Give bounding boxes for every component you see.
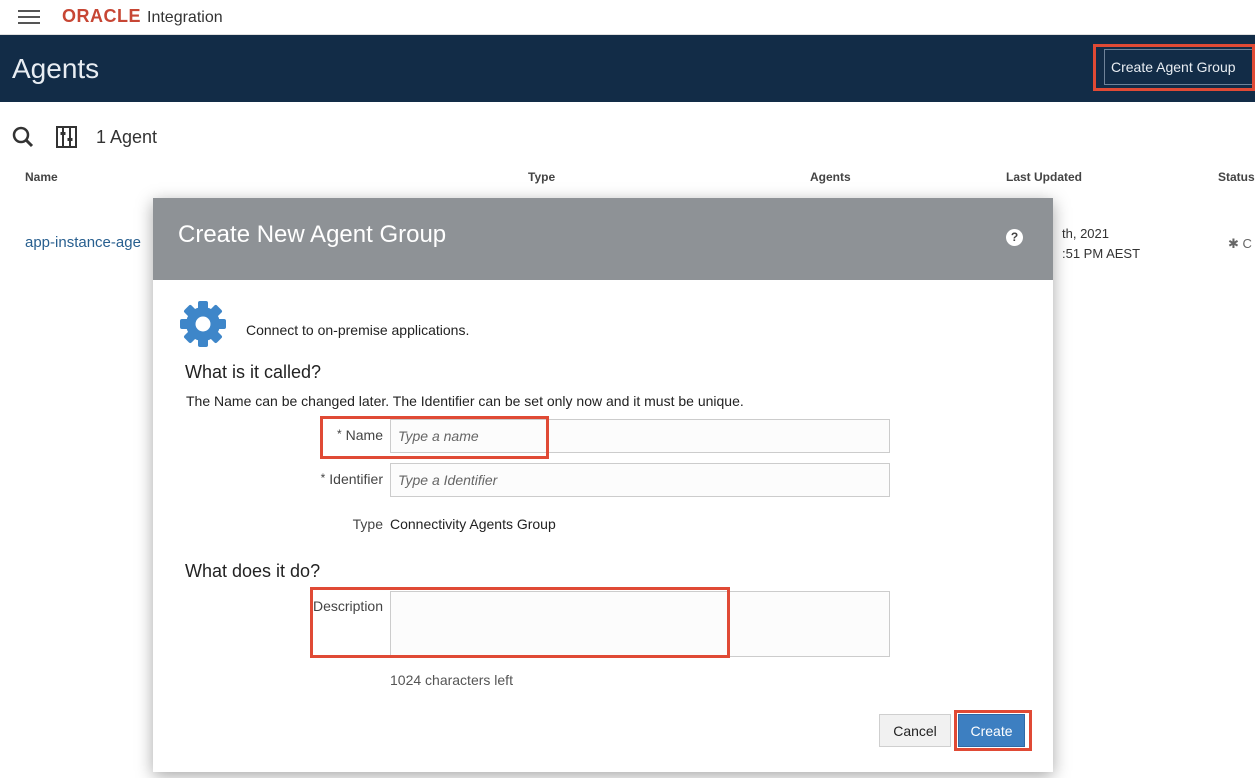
- top-bar: ORACLE Integration: [0, 0, 1255, 35]
- gear-icon: [180, 301, 226, 347]
- page-header: Agents Create Agent Group: [0, 35, 1255, 102]
- column-header-type[interactable]: Type: [528, 170, 555, 184]
- product-name: Integration: [147, 9, 223, 26]
- create-agent-group-button[interactable]: Create Agent Group: [1104, 49, 1255, 85]
- create-agent-group-dialog: Create New Agent Group ? Connect to on-p…: [153, 198, 1053, 772]
- identifier-input[interactable]: [390, 463, 890, 497]
- name-label: * Name: [263, 427, 383, 443]
- last-updated-value: th, 2021 :51 PM AEST: [1062, 224, 1140, 264]
- column-header-agents[interactable]: Agents: [810, 170, 851, 184]
- dialog-title: Create New Agent Group: [178, 221, 447, 248]
- create-button[interactable]: Create: [958, 714, 1025, 747]
- dialog-header: Create New Agent Group ?: [153, 198, 1053, 280]
- status-value: ✱ C: [1228, 236, 1252, 252]
- type-value: Connectivity Agents Group: [390, 516, 556, 532]
- naming-help-text: The Name can be changed later. The Ident…: [186, 393, 744, 409]
- identifier-label: * Identifier: [263, 471, 383, 487]
- agent-count: 1 Agent: [96, 127, 158, 147]
- search-icon[interactable]: [12, 126, 34, 148]
- filter-icon[interactable]: [56, 126, 77, 148]
- agent-group-name-link[interactable]: app-instance-age: [25, 234, 141, 251]
- dialog-intro-text: Connect to on-premise applications.: [246, 322, 470, 338]
- status-icon: ✱: [1228, 236, 1239, 251]
- description-label: Description: [312, 598, 383, 614]
- last-updated-date: th, 2021: [1062, 226, 1109, 241]
- section-heading-name: What is it called?: [185, 362, 322, 382]
- name-label-text: Name: [345, 427, 383, 443]
- section-heading-description: What does it do?: [185, 561, 321, 581]
- brand-name: ORACLE: [62, 6, 141, 26]
- type-label: Type: [352, 516, 383, 532]
- brand-logo: ORACLE Integration: [62, 6, 223, 27]
- status-text: C: [1242, 236, 1252, 251]
- required-marker: *: [320, 471, 326, 485]
- help-icon[interactable]: ?: [1006, 229, 1023, 246]
- last-updated-time: :51 PM AEST: [1062, 246, 1141, 261]
- characters-left-counter: 1024 characters left: [390, 672, 513, 688]
- name-input[interactable]: [390, 419, 890, 453]
- page-title: Agents: [12, 53, 100, 84]
- column-header-last-updated[interactable]: Last Updated: [1006, 170, 1082, 184]
- menu-icon[interactable]: [18, 10, 40, 24]
- required-marker: *: [336, 427, 342, 441]
- identifier-label-text: Identifier: [329, 471, 383, 487]
- cancel-button[interactable]: Cancel: [879, 714, 951, 747]
- column-header-name[interactable]: Name: [25, 170, 58, 184]
- column-header-status[interactable]: Status: [1218, 170, 1255, 184]
- description-textarea[interactable]: [390, 591, 890, 657]
